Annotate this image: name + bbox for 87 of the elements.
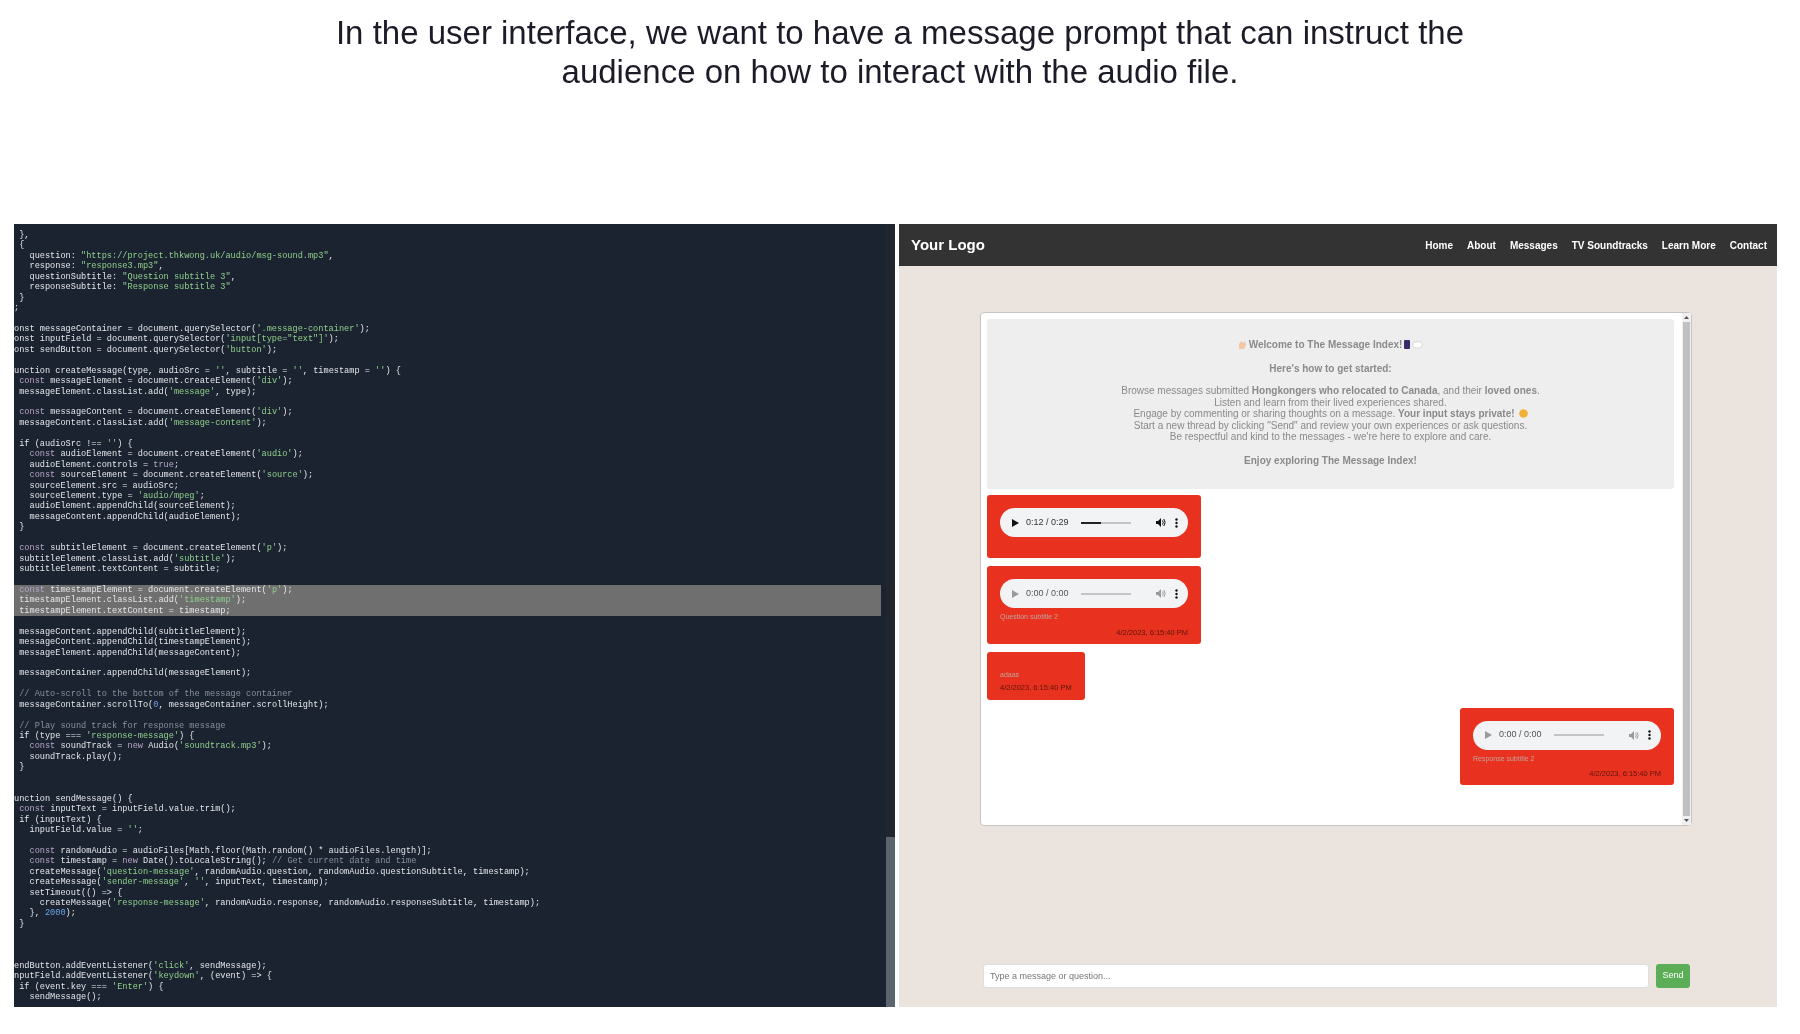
welcome-text: Start a new thread by clicking "Send" and review your own experiences or ask questions. [1133,419,1528,431]
code-line: sendMessage(); [28,991,103,1003]
playback-time: 0:00 / 0:00 [1026,586,1069,600]
code-line: if (inputText) { [18,814,103,825]
welcome-text: Engage by commenting or sharing thoughts on a message. Your input stays private! [1133,408,1515,420]
message-input[interactable]: Type a message or question... [983,964,1649,988]
code-line: messageContent.appendChild(subtitleElement); [18,626,248,637]
nav-link[interactable]: TV Soundtracks [1571,237,1648,253]
audio-player[interactable]: 0:12 / 0:29 [1000,508,1188,537]
code-line: question: "https://project.thkwong.uk/audio/msg-sound.mp3", [28,250,335,261]
code-line: if (audioSrc !== '') { [18,438,134,449]
welcome-text: Be respectful and kind to the messages - we're here to explore and care. [1169,431,1492,443]
code-line: const subtitleElement = document.createElement('p'); [18,543,289,554]
code-line: if (event.key === 'Enter') { [18,981,165,992]
nav-link[interactable]: Learn More [1661,237,1716,253]
code-line: response: "response3.mp3", [28,261,165,272]
code-line: onst inputField = document.querySelector('input[type="text"]'); [14,334,340,345]
code-line: onst sendButton = document.querySelector('button'); [14,344,279,356]
playback-time: 0:00 / 0:00 [1499,728,1542,742]
code-line: audioElement.appendChild(sourceElement); [28,501,237,512]
code-line: const messageElement = document.createElement('div'); [18,376,294,387]
code-line: createMessage('response-message', randomAudio.response, randomAudio.responseSubtitle, timestamp); [38,898,542,908]
speech-bubble-icon [1412,340,1424,349]
code-line: } [18,522,26,533]
playback-time: 0:12 / 0:29 [1026,515,1069,529]
code-line: audioElement.controls = true; [28,459,181,470]
code-line: // Play sound track for response message [18,720,227,731]
scrollbar[interactable] [886,224,895,1007]
progress-slider[interactable] [1080,521,1131,524]
welcome-title: Welcome to The Message Index! [1248,338,1403,352]
code-line: const messageContent = document.createElement('div'); [18,407,294,418]
logo-text[interactable]: Your Logo [911,233,985,257]
code-line: nputField.addEventListener('keydown', (event) => { [14,971,273,982]
code-line: const timestamp = new Date().toLocaleString(); // Get current date and time [28,856,418,867]
code-line: createMessage('sender-message', '', inputText, timestamp); [28,877,330,888]
welcome-text: Listen and learn from their lived experiences shared. [1214,396,1447,408]
code-line: messageContent.classList.add('message-content'); [18,417,268,429]
scroll-up-icon[interactable] [1684,316,1689,319]
code-line: } [18,918,26,930]
more-icon[interactable] [1175,517,1178,528]
nav-link[interactable]: Messages [1509,237,1558,253]
code-line: } [18,292,26,304]
code-line: questionSubtitle: "Question subtitle 3", [28,271,237,282]
code-line: createMessage('question-message', randomAudio.question, randomAudio.questionSubtitle, timestamp); [28,866,531,877]
scroll-down-icon[interactable] [1684,819,1689,822]
code-line: soundTrack.play(); [28,751,124,763]
code-line: responseSubtitle: "Response subtitle 3" [28,282,232,293]
hand-icon [1237,339,1247,350]
code-line: const sourceElement = document.createElement('source'); [28,470,315,481]
welcome-subtitle: Here's how to get started: [1268,362,1393,376]
code-line: messageContent.appendChild(timestampElement); [18,637,253,648]
code-line: subtitleElement.classList.add('subtitle'); [18,553,237,564]
code-line: sourceElement.type = 'audio/mpeg'; [28,490,206,501]
code-line: if (type === 'response-message') { [18,731,196,741]
code-line: unction createMessage(type, audioSrc = '', subtitle = '', timestamp = '') { [14,365,402,376]
code-line: messageElement.classList.add('message', type); [18,386,258,397]
code-line: setTimeout(() => { [28,887,124,898]
code-line: inputField.value = ''; [28,824,144,836]
slide-title: In the user interface, we want to have a message prompt that can instruct the audience on how to interact with the audio file. [334,13,1466,91]
volume-icon[interactable] [1156,518,1166,527]
code-line: endButton.addEventListener('click', sendMessage); [14,960,268,971]
nav-link[interactable]: Home [1425,237,1453,253]
welcome-closing: Enjoy exploring The Message Index! [1243,453,1418,468]
nav-link[interactable]: Contact [1729,237,1767,253]
nav-link[interactable]: About [1467,237,1496,253]
code-line: messageContent.appendChild(audioElement); [28,511,242,523]
code-line: }, [18,230,31,240]
code-line: const inputText = inputField.value.trim(); [18,804,237,815]
code-line: const randomAudio = audioFiles[Math.floor(Math.random() * audioFiles.length)]; [28,845,433,856]
code-line: // Auto-scroll to the bottom of the message container [18,689,294,700]
scrollbar[interactable] [1682,313,1691,825]
code-line: } [18,762,26,773]
code-line: unction sendMessage() { [14,793,134,804]
code-line: messageContainer.scrollTo(0, messageContainer.scrollHeight); [18,699,330,711]
code-line: }, 2000); [28,908,77,919]
code-line: const soundTrack = new Audio('soundtrack.mp3'); [28,741,273,752]
code-line: { [18,240,26,251]
code-line: onst messageContainer = document.querySelector('.message-container'); [14,323,371,334]
code-line: sourceElement.src = audioSrc; [28,480,181,491]
phone-icon [1404,340,1411,349]
code-line: subtitleElement.textContent = subtitle; [18,564,222,575]
welcome-text: Browse messages submitted Hongkongers who relocated to Canada, and their loved ones. [1121,385,1540,397]
code-line: messageElement.appendChild(messageContent); [18,647,242,658]
code-line: ; [14,303,21,314]
code-line: const audioElement = document.createElement('audio'); [28,449,304,460]
play-icon[interactable] [1012,518,1019,527]
code-line: messageContainer.appendChild(messageElement); [18,668,253,679]
